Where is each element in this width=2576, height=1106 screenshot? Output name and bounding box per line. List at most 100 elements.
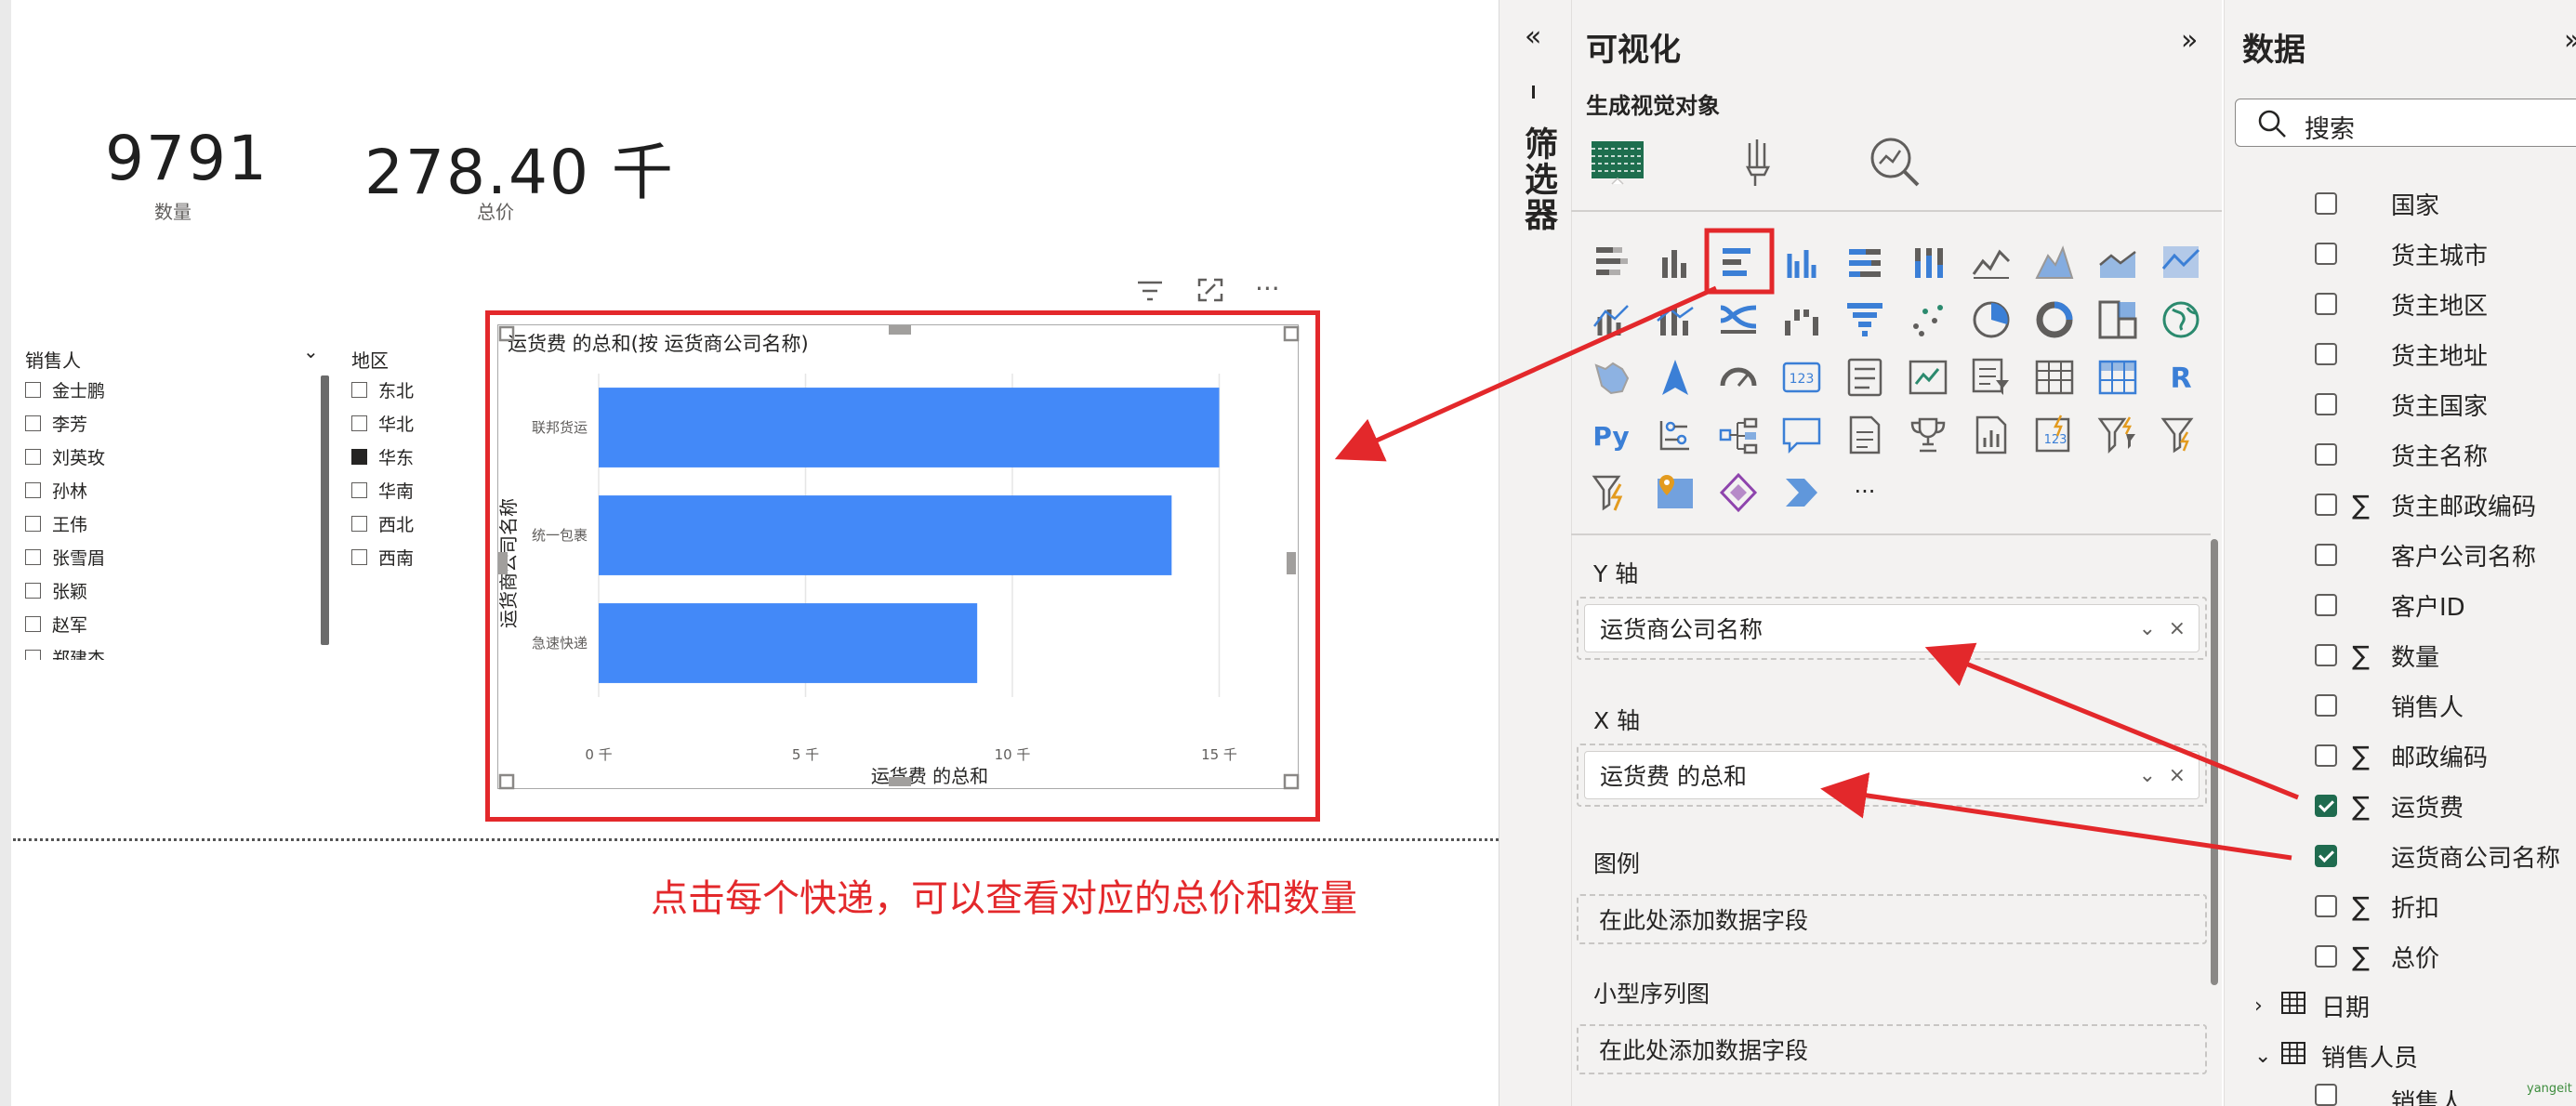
field-item[interactable]: 销售人 [2315,687,2464,724]
checkbox[interactable] [351,515,367,532]
checkbox[interactable] [2315,945,2337,968]
focus-mode-icon[interactable] [1196,277,1224,309]
chevron-down-icon[interactable]: ⌄ [2139,764,2156,787]
slicer-item[interactable]: 金士鹏 [25,375,105,403]
100-stacked-column-icon[interactable] [1907,241,1949,283]
pie-icon[interactable] [1970,298,2013,341]
table-item-date[interactable]: › 日期 [2254,987,2370,1024]
chevron-down-icon[interactable]: ⌄ [2139,617,2156,640]
checkbox[interactable] [25,415,41,431]
slicer-icon[interactable] [1970,356,2013,399]
well-small-multiples-dropzone[interactable]: 在此处添加数据字段 [1577,1024,2207,1074]
slicer-item[interactable]: 华东 [351,442,414,470]
field-item[interactable]: 客户公司名称 [2315,536,2536,573]
power-apps-icon[interactable] [1717,471,1760,514]
card-123-icon[interactable]: 123 [1780,356,1823,399]
checkbox[interactable] [351,481,367,498]
azure-map-icon[interactable] [1654,356,1697,399]
checkbox[interactable] [2315,243,2337,265]
slicer-item[interactable]: 李芳 [25,409,87,437]
close-icon[interactable]: × [2169,617,2186,640]
slicer-item[interactable]: 张颖 [25,576,87,604]
ribbon-chart-icon[interactable] [1717,298,1760,341]
field-item[interactable]: ∑ 折扣 [2315,888,2439,925]
multi-row-card-icon[interactable] [1843,356,1886,399]
slicer-item[interactable]: 王伟 [25,509,87,537]
matrix-icon[interactable] [2096,356,2139,399]
map-globe-icon[interactable] [2160,298,2202,341]
line-chart-icon[interactable] [1970,241,2013,283]
checkbox[interactable] [2315,443,2337,466]
slicer-item[interactable]: 刘英玫 [25,442,105,470]
area-chart-icon[interactable] [2033,241,2076,283]
more-visuals-icon[interactable]: ··· [1843,471,1886,514]
field-item[interactable]: ∑ 邮政编码 [2315,737,2488,774]
field-item[interactable]: 货主名称 [2315,436,2488,473]
checkbox[interactable] [2315,1084,2337,1106]
line-clustered-column-icon[interactable] [1591,298,1633,341]
qa-bubble-icon[interactable] [1780,414,1823,456]
search-input[interactable]: 搜索 [2235,99,2576,147]
power-automate-filter-icon[interactable] [2160,414,2202,456]
field-item-partial[interactable]: 销售人 [2315,1084,2464,1106]
checkbox[interactable] [25,615,41,632]
well-x-axis-field[interactable]: 运货费 的总和 ⌄ × [1584,751,2200,799]
close-icon[interactable]: × [2169,764,2186,787]
slicer-item[interactable]: 东北 [351,375,414,403]
checkbox[interactable] [351,381,367,398]
slicer-scrollbar[interactable] [321,375,329,645]
slicer-item[interactable]: 华北 [351,409,414,437]
funnel-icon[interactable] [1843,298,1886,341]
double-chevron-left-icon[interactable]: « [1525,20,1541,53]
analytics-magnifier-icon[interactable] [1865,132,1926,190]
checkbox[interactable] [351,415,367,431]
power-apps-card-icon[interactable]: 123 [2033,414,2076,456]
key-influencers-icon[interactable] [1654,414,1697,456]
donut-icon[interactable] [2033,298,2076,341]
paginated-report-icon[interactable] [1970,414,2013,456]
power-automate-icon[interactable] [1591,471,1633,514]
checkbox[interactable] [25,548,41,565]
field-item[interactable]: 客户ID [2315,586,2465,624]
goals-trophy-icon[interactable] [1907,414,1949,456]
card-total-value[interactable]: 278.40 千 [364,123,675,212]
arcgis-map-icon[interactable] [1654,471,1697,514]
bar[interactable] [599,495,1172,575]
build-visual-icon[interactable] [1588,130,1649,190]
stacked-column-icon[interactable] [1654,241,1697,283]
r-visual-icon[interactable]: R [2160,356,2202,399]
field-item[interactable]: 货主地区 [2315,285,2488,323]
card-quantity-value[interactable]: 9791 [105,123,269,194]
checkbox[interactable] [2315,694,2337,717]
stacked-bar-icon[interactable] [1591,241,1633,283]
ribbon-area-icon[interactable] [2160,241,2202,283]
slicer-item[interactable]: 孙林 [25,476,87,504]
field-item[interactable]: ∑ 总价 [2315,938,2439,975]
field-item[interactable]: ∑ 运货费 [2315,787,2464,824]
gauge-icon[interactable] [1717,356,1760,399]
chevron-down-icon[interactable]: ⌄ [2254,1045,2280,1068]
kpi-icon[interactable] [1907,356,1949,399]
checkbox[interactable] [2315,192,2337,215]
well-legend-dropzone[interactable]: 在此处添加数据字段 [1577,894,2207,944]
field-item[interactable]: 货主国家 [2315,386,2488,423]
slicer-item[interactable]: 西南 [351,543,414,571]
checkbox[interactable] [25,582,41,599]
checkbox[interactable] [25,515,41,532]
double-chevron-right-icon[interactable]: » [2181,24,2198,57]
well-y-axis-field[interactable]: 运货商公司名称 ⌄ × [1584,604,2200,652]
field-item[interactable]: 国家 [2315,185,2439,222]
scatter-icon[interactable] [1907,298,1949,341]
chevron-down-icon[interactable]: ⌄ [303,340,319,362]
slicer-item[interactable]: 郑建杰 [25,643,105,660]
filter-lines-icon[interactable] [1136,279,1164,309]
checkbox[interactable] [2315,744,2337,767]
treemap-icon[interactable] [2096,298,2139,341]
checkbox[interactable] [2315,594,2337,616]
clustered-column-icon[interactable] [1780,241,1823,283]
bar-chart-visual[interactable]: 运货费 的总和(按 运货商公司名称) 0 千 5 千 10 千 15 千 联邦货运 统一包裹… [497,324,1300,790]
checkbox[interactable] [25,649,41,660]
checkbox[interactable] [25,481,41,498]
format-brush-icon[interactable] [1731,134,1787,190]
field-item[interactable]: ∑ 数量 [2315,637,2439,674]
